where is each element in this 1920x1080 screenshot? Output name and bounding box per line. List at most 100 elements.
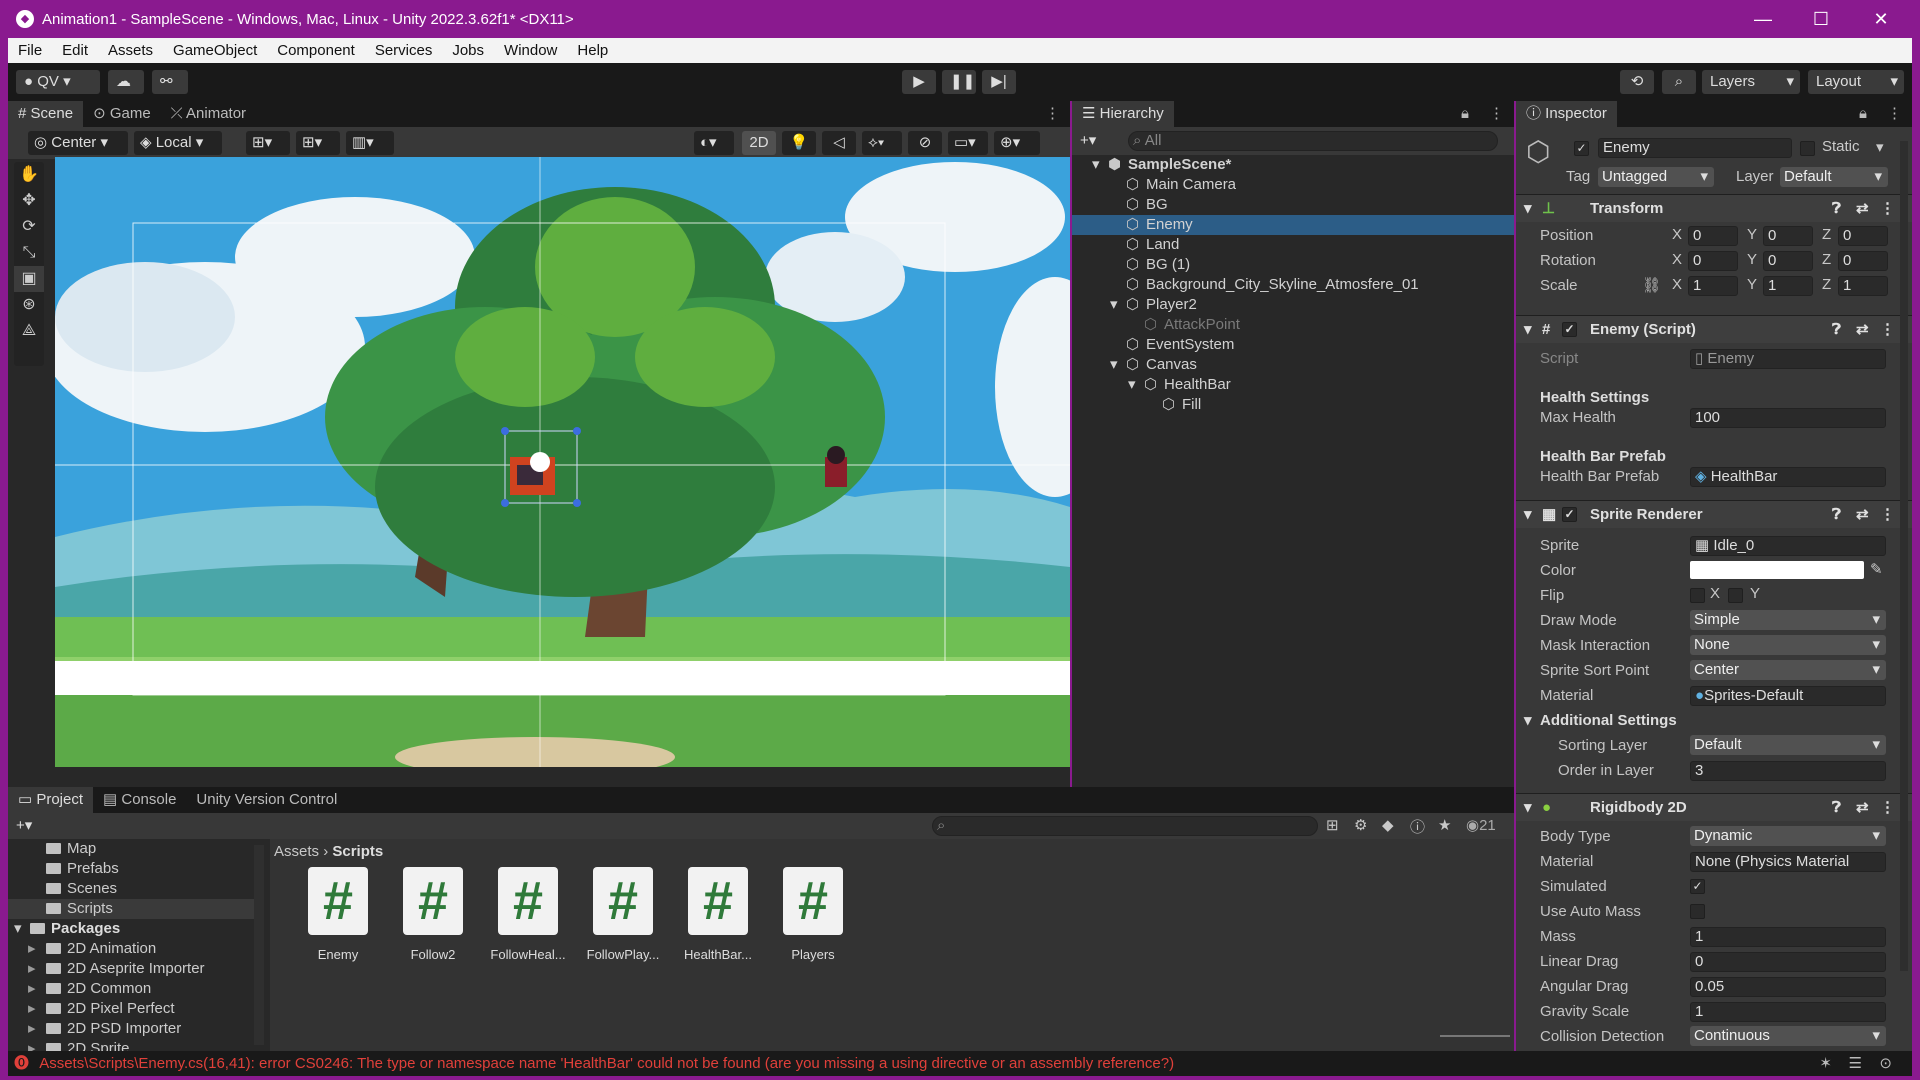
tab-project[interactable]: ▭ Project bbox=[8, 787, 94, 813]
gravity-scale-field[interactable]: 1 bbox=[1690, 1002, 1886, 1022]
collision-detection-dropdown[interactable]: Continuous bbox=[1690, 1026, 1886, 1046]
hierarchy-search-input[interactable]: ⌕ All bbox=[1128, 131, 1498, 151]
constrain-proportions-icon[interactable]: ⛓ bbox=[1642, 276, 1661, 294]
project-tree-item[interactable]: ▸ 2D Pixel Perfect bbox=[8, 999, 254, 1019]
scale-x-field[interactable]: 1 bbox=[1688, 276, 1738, 296]
expand-arrow-icon[interactable]: ▾ bbox=[14, 919, 22, 939]
asset-item[interactable]: # FollowPlay... bbox=[581, 867, 665, 962]
tab-version-control[interactable]: Unity Version Control bbox=[186, 787, 347, 813]
preset-icon[interactable]: ⇄ bbox=[1856, 794, 1869, 822]
project-tree-item[interactable]: ▸ 2D Common bbox=[8, 979, 254, 999]
project-tree-item[interactable]: ▾ Packages bbox=[8, 919, 254, 939]
enemy-script-header[interactable]: ▾ # ✓ Enemy (Script) ❓︎ ⇄ ⋮ bbox=[1516, 315, 1912, 343]
toggle-2d-button[interactable]: 2D bbox=[742, 131, 776, 155]
space-dropdown[interactable]: ◈ Local ▾ bbox=[134, 131, 222, 155]
menu-gameobject[interactable]: GameObject bbox=[173, 42, 257, 59]
minimize-button[interactable]: — bbox=[1734, 0, 1792, 38]
rect-tool-icon[interactable]: ▣ bbox=[14, 266, 44, 292]
simulated-checkbox[interactable]: ✓ bbox=[1690, 879, 1705, 894]
rigidbody2d-header[interactable]: ▾ ● Rigidbody 2D ❓︎ ⇄ ⋮ bbox=[1516, 793, 1912, 821]
component-menu-icon[interactable]: ⋮ bbox=[1880, 794, 1895, 822]
eyedropper-icon[interactable]: ✎ bbox=[1870, 560, 1883, 578]
asset-item[interactable]: # Enemy bbox=[296, 867, 380, 962]
expand-arrow-icon[interactable]: ▾ bbox=[1092, 155, 1100, 175]
menu-edit[interactable]: Edit bbox=[62, 42, 88, 59]
component-menu-icon[interactable]: ⋮ bbox=[1880, 316, 1895, 344]
menu-assets[interactable]: Assets bbox=[108, 42, 153, 59]
hierarchy-item[interactable]: ⬡ EventSystem bbox=[1072, 335, 1514, 355]
asset-item[interactable]: # FollowHeal... bbox=[486, 867, 570, 962]
info-icon[interactable]: ⓘ bbox=[1410, 816, 1425, 837]
hierarchy-item[interactable]: ⬡ Enemy bbox=[1072, 215, 1514, 235]
asset-item[interactable]: # Players bbox=[771, 867, 855, 962]
expand-arrow-icon[interactable]: ▾ bbox=[1110, 295, 1118, 315]
add-icon[interactable]: +▾ bbox=[1080, 131, 1096, 149]
type-filter-icon[interactable]: ⚙ bbox=[1354, 816, 1367, 834]
custom-tool-icon[interactable]: ⟁ bbox=[14, 318, 44, 344]
expand-arrow-icon[interactable]: ▾ bbox=[1110, 355, 1118, 375]
breadcrumb-root[interactable]: Assets bbox=[274, 843, 319, 860]
debug-icon[interactable]: ✶ bbox=[1819, 1051, 1832, 1076]
effects-icon[interactable]: ⟡▾ bbox=[862, 131, 902, 155]
object-name-field[interactable]: Enemy bbox=[1598, 138, 1792, 158]
pause-button[interactable]: ❚❚ bbox=[942, 70, 976, 94]
hierarchy-item[interactable]: ⬡ Land bbox=[1072, 235, 1514, 255]
sorting-layer-dropdown[interactable]: Default bbox=[1690, 735, 1886, 755]
menu-file[interactable]: File bbox=[18, 42, 42, 59]
inspector-scrollbar[interactable] bbox=[1900, 141, 1908, 971]
tab-inspector[interactable]: ⓘ Inspector bbox=[1516, 101, 1617, 127]
preset-icon[interactable]: ⇄ bbox=[1856, 501, 1869, 529]
static-dropdown-icon[interactable]: ▾ bbox=[1876, 138, 1884, 156]
position-z-field[interactable]: 0 bbox=[1838, 226, 1888, 246]
collapse-arrow-icon[interactable]: ▸ bbox=[28, 959, 36, 979]
tab-scene[interactable]: # Scene bbox=[8, 101, 84, 127]
step-button[interactable]: ▶| bbox=[982, 70, 1016, 94]
hierarchy-more-icon[interactable]: ⋮ bbox=[1479, 101, 1514, 127]
project-tree-item[interactable]: ▸ 2D Aseprite Importer bbox=[8, 959, 254, 979]
collapse-arrow-icon[interactable]: ▸ bbox=[28, 999, 36, 1019]
hierarchy-item[interactable]: ⬡ Main Camera bbox=[1072, 175, 1514, 195]
hidden-count[interactable]: ◉21 bbox=[1466, 816, 1496, 834]
collapse-arrow-icon[interactable]: ▸ bbox=[28, 979, 36, 999]
hand-tool-icon[interactable]: ✋ bbox=[14, 162, 44, 188]
mask-interaction-dropdown[interactable]: None bbox=[1690, 635, 1886, 655]
camera-icon[interactable]: ▭▾ bbox=[948, 131, 988, 155]
maximize-button[interactable]: ☐ bbox=[1792, 0, 1850, 38]
layer-dropdown[interactable]: Default bbox=[1780, 167, 1888, 187]
tag-dropdown[interactable]: Untagged bbox=[1598, 167, 1714, 187]
hierarchy-item[interactable]: ⬡ AttackPoint bbox=[1072, 315, 1514, 335]
flip-x-checkbox[interactable] bbox=[1690, 588, 1705, 603]
menu-help[interactable]: Help bbox=[577, 42, 608, 59]
hierarchy-item[interactable]: ▾ ⬡ HealthBar bbox=[1072, 375, 1514, 395]
more-icon[interactable]: ⋮ bbox=[1035, 101, 1070, 127]
expand-arrow-icon[interactable]: ▾ bbox=[1128, 375, 1136, 395]
draw-mode-dropdown[interactable]: Simple bbox=[1690, 610, 1886, 630]
menu-component[interactable]: Component bbox=[277, 42, 355, 59]
collapse-arrow-icon[interactable]: ▸ bbox=[28, 1019, 36, 1039]
search-icon[interactable]: ⌕ bbox=[1662, 70, 1696, 94]
flip-y-checkbox[interactable] bbox=[1728, 588, 1743, 603]
position-y-field[interactable]: 0 bbox=[1763, 226, 1813, 246]
hierarchy-item[interactable]: ▾ ⬡ Canvas bbox=[1072, 355, 1514, 375]
rotation-x-field[interactable]: 0 bbox=[1688, 251, 1738, 271]
grid-icon[interactable]: ⊞▾ bbox=[296, 131, 340, 155]
menu-services[interactable]: Services bbox=[375, 42, 433, 59]
tab-hierarchy[interactable]: ☰ Hierarchy bbox=[1072, 101, 1174, 127]
mass-field[interactable]: 1 bbox=[1690, 927, 1886, 947]
play-button[interactable]: ▶ bbox=[902, 70, 936, 94]
scale-z-field[interactable]: 1 bbox=[1838, 276, 1888, 296]
rotate-tool-icon[interactable]: ⟳ bbox=[14, 214, 44, 240]
pivot-dropdown[interactable]: ◎ Center ▾ bbox=[28, 131, 128, 155]
scale-tool-icon[interactable]: ⤡ bbox=[14, 240, 44, 266]
hierarchy-item[interactable]: ⬡ Fill bbox=[1072, 395, 1514, 415]
close-button[interactable]: ✕ bbox=[1852, 0, 1910, 38]
menu-window[interactable]: Window bbox=[504, 42, 557, 59]
draw-mode-icon[interactable]: ◐▾ bbox=[694, 131, 734, 155]
layers-status-icon[interactable]: ☰ bbox=[1849, 1051, 1862, 1076]
sprite-renderer-enabled-checkbox[interactable]: ✓ bbox=[1562, 507, 1577, 522]
transform-header[interactable]: ▾ ⊥ Transform ❓︎ ⇄ ⋮ bbox=[1516, 194, 1912, 222]
max-health-field[interactable]: 100 bbox=[1690, 408, 1886, 428]
breadcrumb-current[interactable]: Scripts bbox=[332, 843, 383, 860]
static-checkbox[interactable] bbox=[1800, 141, 1815, 156]
tab-console[interactable]: ▤ Console bbox=[93, 787, 186, 813]
